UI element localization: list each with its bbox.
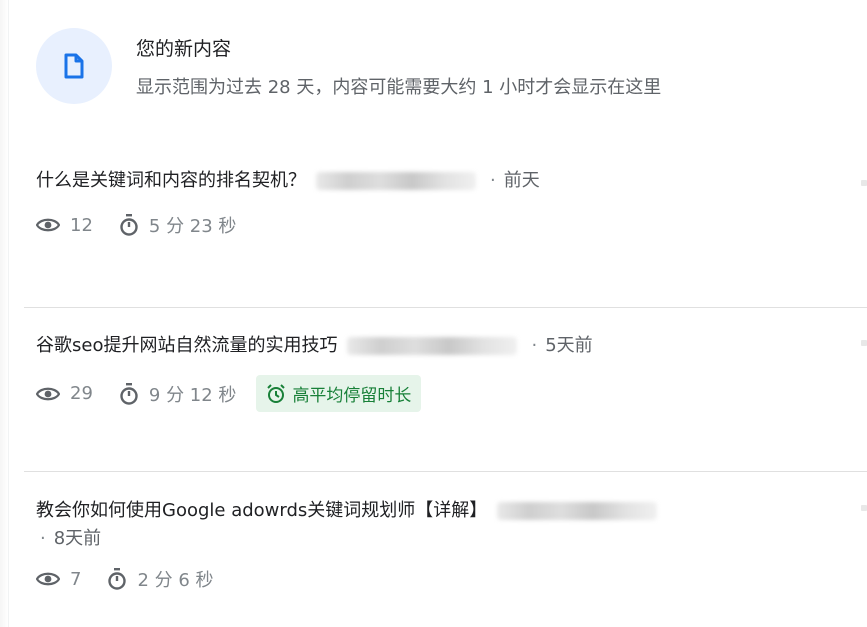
duration-stat: 2 分 6 秒 [107, 566, 214, 592]
eye-icon [36, 387, 60, 400]
separator-dot: · [40, 528, 46, 549]
separator-dot: · [531, 335, 538, 356]
item-divider [24, 471, 867, 472]
content-title-link[interactable]: 什么是关键词和内容的排名契机？ [36, 170, 306, 191]
document-icon [36, 28, 112, 104]
views-count: 29 [70, 383, 93, 404]
scroll-marker [861, 180, 867, 186]
redacted-url [497, 502, 658, 520]
views-stat: 7 [36, 569, 81, 590]
views-count: 12 [70, 214, 93, 236]
card-title: 您的新内容 [136, 38, 232, 60]
high-avg-dwell-badge: 高平均停留时长 [256, 375, 422, 412]
publish-date: 8天前 [53, 528, 102, 549]
alarm-clock-icon [267, 383, 286, 403]
duration-value: 9 分 12 秒 [148, 384, 237, 406]
timer-icon [120, 382, 138, 405]
card-header: 您的新内容 显示范围为过去 28 天，内容可能需要大约 1 小时才会显示在这里 [36, 28, 661, 104]
badge-label: 高平均停留时长 [292, 386, 412, 406]
content-item[interactable]: 教会你如何使用Google adowrds关键词规划师【详解】 · 8天前 7 2… [36, 498, 826, 592]
content-item[interactable]: 谷歌seo提升网站自然流量的实用技巧 · 5天前 29 9 分 12 秒 高平均停留… [36, 333, 826, 412]
views-stat: 12 [36, 215, 93, 236]
page-edge [0, 0, 8, 627]
publish-date: 5天前 [545, 335, 593, 356]
content-title-link[interactable]: 教会你如何使用Google adowrds关键词规划师【详解】 [36, 500, 487, 521]
card-subtitle: 显示范围为过去 28 天，内容可能需要大约 1 小时才会显示在这里 [136, 77, 662, 98]
item-divider [24, 307, 867, 308]
scroll-marker [861, 505, 867, 511]
eye-icon [36, 218, 60, 232]
publish-date: 前天 [503, 170, 540, 191]
duration-value: 2 分 6 秒 [137, 570, 214, 591]
duration-stat: 5 分 23 秒 [119, 212, 237, 238]
timer-icon [108, 568, 127, 590]
scroll-marker [861, 340, 867, 346]
separator-dot: · [490, 170, 496, 191]
views-count: 7 [70, 568, 82, 590]
timer-icon [120, 214, 138, 236]
content-item[interactable]: 什么是关键词和内容的排名契机？ · 前天 12 5 分 23 秒 [36, 168, 826, 238]
eye-icon [36, 572, 60, 586]
views-stat: 29 [36, 383, 93, 404]
content-title-link[interactable]: 谷歌seo提升网站自然流量的实用技巧 [36, 335, 337, 356]
duration-stat: 9 分 12 秒 [119, 381, 237, 407]
redacted-url [347, 337, 518, 355]
duration-value: 5 分 23 秒 [148, 216, 237, 237]
redacted-url [316, 172, 476, 190]
